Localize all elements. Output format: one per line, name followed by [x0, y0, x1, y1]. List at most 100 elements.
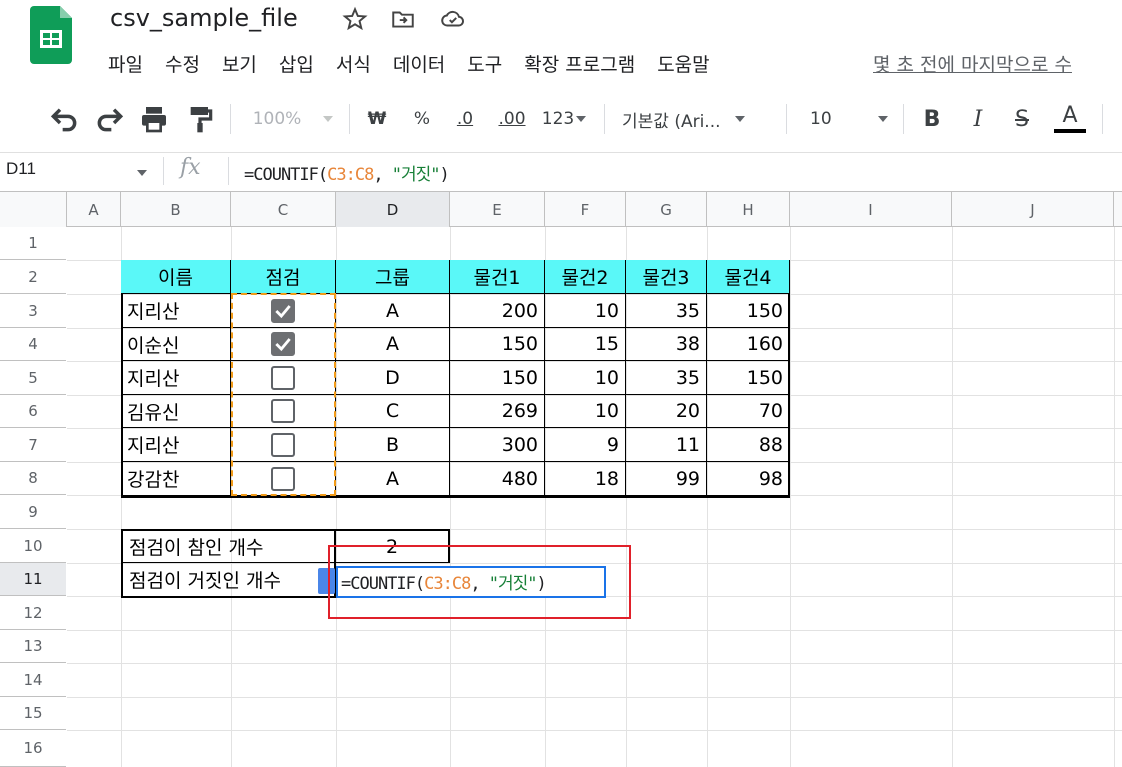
table-cell-name[interactable]: 지리산	[121, 361, 231, 395]
table-cell-item3[interactable]: 35	[626, 361, 707, 395]
print-icon[interactable]	[138, 98, 170, 140]
menu-edit[interactable]: 수정	[165, 50, 210, 78]
table-cell-item2[interactable]: 9	[545, 428, 626, 462]
table-cell-item3[interactable]: 11	[626, 428, 707, 462]
row-header-3[interactable]: 3	[0, 294, 66, 328]
table-cell-group[interactable]: D	[336, 361, 450, 395]
row-header-13[interactable]: 13	[0, 630, 66, 663]
increase-decimal-button[interactable]: .00	[492, 98, 532, 140]
table-cell-item4[interactable]: 70	[707, 395, 790, 428]
menu-format[interactable]: 서식	[336, 50, 381, 78]
column-header-b[interactable]: B	[121, 192, 231, 227]
column-header-h[interactable]: H	[707, 192, 790, 227]
row-header-7[interactable]: 7	[0, 428, 66, 462]
row-header-8[interactable]: 8	[0, 462, 66, 495]
row-header-12[interactable]: 12	[0, 596, 66, 630]
redo-icon[interactable]	[94, 98, 126, 140]
menu-file[interactable]: 파일	[108, 50, 153, 78]
table-cell-name[interactable]: 지리산	[121, 428, 231, 462]
table-header-name[interactable]: 이름	[121, 260, 231, 294]
column-header-a[interactable]: A	[67, 192, 121, 227]
paint-format-icon[interactable]	[184, 98, 216, 140]
table-cell-item2[interactable]: 10	[545, 294, 626, 328]
select-all-corner[interactable]	[0, 192, 67, 227]
column-header-g[interactable]: G	[626, 192, 707, 227]
table-cell-name[interactable]: 지리산	[121, 294, 231, 328]
table-cell-group[interactable]: A	[336, 462, 450, 496]
text-color-button[interactable]: A	[1052, 98, 1088, 140]
row-header-11[interactable]: 11	[0, 563, 66, 596]
table-header-item1[interactable]: 물건1	[450, 260, 545, 294]
column-header-i[interactable]: I	[790, 192, 952, 227]
star-icon[interactable]	[342, 6, 368, 32]
table-cell-item1[interactable]: 480	[450, 462, 545, 496]
table-cell-item1[interactable]: 150	[450, 328, 545, 361]
chevron-down-icon[interactable]	[137, 170, 147, 176]
column-header-c[interactable]: C	[231, 192, 336, 227]
table-cell-item2[interactable]: 15	[545, 328, 626, 361]
menu-help[interactable]: 도움말	[657, 50, 719, 78]
zoom-select[interactable]: 100%	[243, 98, 343, 140]
row-header-2[interactable]: 2	[0, 260, 66, 294]
table-cell-item2[interactable]: 10	[545, 361, 626, 395]
table-cell-item1[interactable]: 300	[450, 428, 545, 462]
row-header-15[interactable]: 15	[0, 697, 66, 730]
table-cell-item4[interactable]: 150	[707, 294, 790, 328]
decrease-decimal-button[interactable]: .0	[447, 98, 483, 140]
table-cell-item4[interactable]: 98	[707, 462, 790, 496]
column-header-j[interactable]: J	[952, 192, 1114, 227]
font-family-select[interactable]: 기본값 (Ari...	[622, 98, 774, 140]
table-cell-group[interactable]: C	[336, 395, 450, 428]
row-header-9[interactable]: 9	[0, 495, 66, 529]
font-size-select[interactable]: 10	[800, 98, 892, 140]
table-cell-group[interactable]: A	[336, 294, 450, 328]
undo-icon[interactable]	[48, 98, 80, 140]
table-cell-name[interactable]: 강감찬	[121, 462, 231, 496]
column-header-d[interactable]: D	[336, 192, 450, 227]
row-header-5[interactable]: 5	[0, 361, 66, 395]
percent-format-button[interactable]: %	[405, 98, 439, 140]
menu-view[interactable]: 보기	[222, 50, 267, 78]
table-cell-item4[interactable]: 88	[707, 428, 790, 462]
table-cell-item2[interactable]: 18	[545, 462, 626, 496]
row-header-1[interactable]: 1	[0, 227, 66, 260]
name-box[interactable]: D11	[6, 159, 36, 179]
formula-input[interactable]: =COUNTIF(C3:C8, "거짓")	[244, 160, 450, 185]
italic-button[interactable]: I	[962, 98, 994, 140]
table-cell-item1[interactable]: 200	[450, 294, 545, 328]
table-cell-name[interactable]: 이순신	[121, 328, 231, 361]
table-cell-item3[interactable]: 35	[626, 294, 707, 328]
last-edit-link[interactable]: 몇 초 전에 마지막으로 수	[873, 50, 1072, 77]
table-cell-item4[interactable]: 150	[707, 361, 790, 395]
menu-insert[interactable]: 삽입	[279, 50, 324, 78]
table-cell-group[interactable]: A	[336, 328, 450, 361]
table-header-item4[interactable]: 물건4	[707, 260, 790, 294]
row-header-4[interactable]: 4	[0, 328, 66, 361]
table-cell-group[interactable]: B	[336, 428, 450, 462]
row-header-10[interactable]: 10	[0, 529, 66, 563]
table-header-item2[interactable]: 물건2	[545, 260, 626, 294]
row-header-14[interactable]: 14	[0, 663, 66, 697]
bold-button[interactable]: B	[916, 98, 948, 140]
table-header-item3[interactable]: 물건3	[626, 260, 707, 294]
currency-format-button[interactable]: ₩	[360, 98, 394, 140]
table-cell-item1[interactable]: 269	[450, 395, 545, 428]
cloud-saved-icon[interactable]	[440, 6, 466, 32]
table-cell-item3[interactable]: 38	[626, 328, 707, 361]
row-header-6[interactable]: 6	[0, 395, 66, 428]
sheets-logo-icon[interactable]	[30, 6, 72, 64]
menu-data[interactable]: 데이터	[393, 50, 455, 78]
table-cell-item3[interactable]: 20	[626, 395, 707, 428]
document-title[interactable]: csv_sample_file	[110, 4, 298, 32]
move-folder-icon[interactable]	[390, 6, 416, 32]
table-cell-item1[interactable]: 150	[450, 361, 545, 395]
strikethrough-button[interactable]: S	[1006, 98, 1038, 140]
menu-extensions[interactable]: 확장 프로그램	[524, 50, 645, 78]
table-cell-item4[interactable]: 160	[707, 328, 790, 361]
summary-false-label[interactable]: 점검이 거짓인 개수	[121, 562, 336, 598]
menu-tools[interactable]: 도구	[467, 50, 512, 78]
column-header-e[interactable]: E	[450, 192, 545, 227]
table-cell-item3[interactable]: 99	[626, 462, 707, 496]
table-cell-name[interactable]: 김유신	[121, 395, 231, 428]
table-header-group[interactable]: 그룹	[336, 260, 450, 294]
